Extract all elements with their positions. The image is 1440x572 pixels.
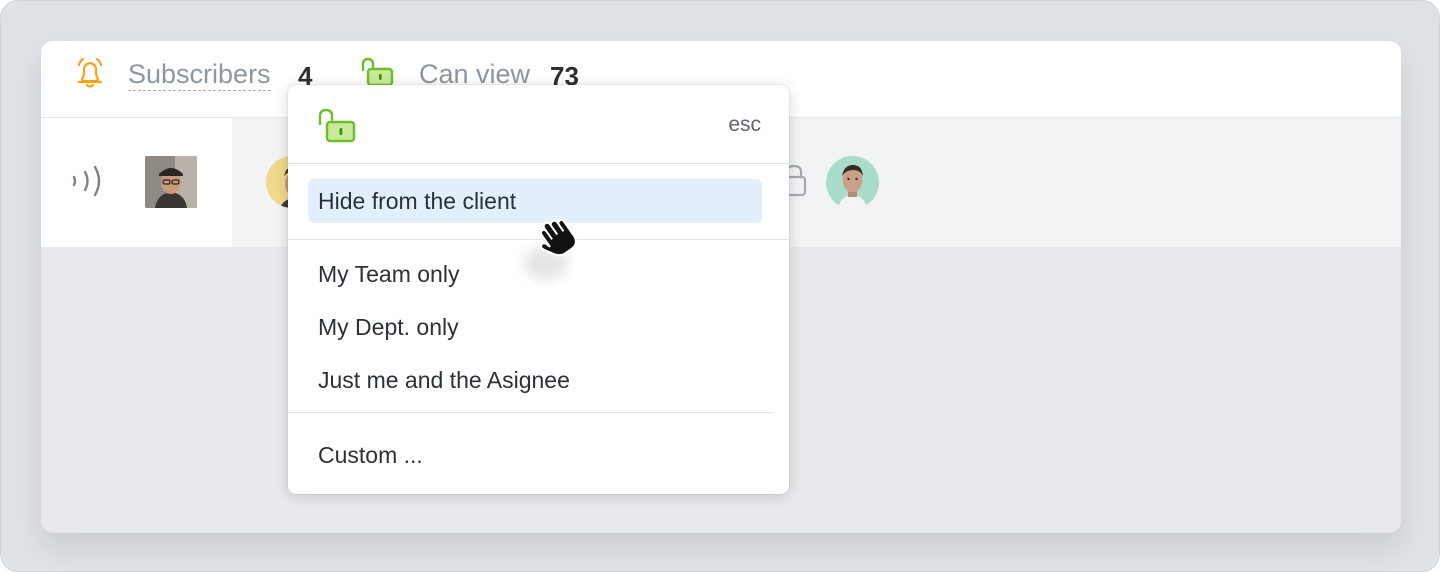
- option-custom[interactable]: Custom ...: [308, 433, 762, 477]
- window-frame: Subscribers 4 Can view 73 esc Hide from …: [0, 0, 1440, 572]
- divider: [288, 163, 789, 164]
- unlock-icon[interactable]: [359, 57, 395, 87]
- esc-hint[interactable]: esc: [728, 113, 761, 137]
- option-my-dept-only[interactable]: My Dept. only: [308, 305, 762, 349]
- avatar[interactable]: [826, 156, 879, 209]
- option-just-me-and-asignee[interactable]: Just me and the Asignee: [308, 358, 762, 402]
- bell-icon[interactable]: [74, 57, 106, 91]
- hand-pointer-icon: [539, 218, 577, 257]
- unlock-icon: [318, 108, 356, 143]
- visibility-dropdown: esc Hide from the client My Team only My…: [288, 85, 789, 494]
- divider: [288, 412, 773, 413]
- subscribers-link[interactable]: Subscribers: [128, 59, 271, 91]
- avatar[interactable]: [145, 156, 197, 208]
- row-left-section: [41, 118, 232, 247]
- signal-icon[interactable]: [69, 164, 107, 198]
